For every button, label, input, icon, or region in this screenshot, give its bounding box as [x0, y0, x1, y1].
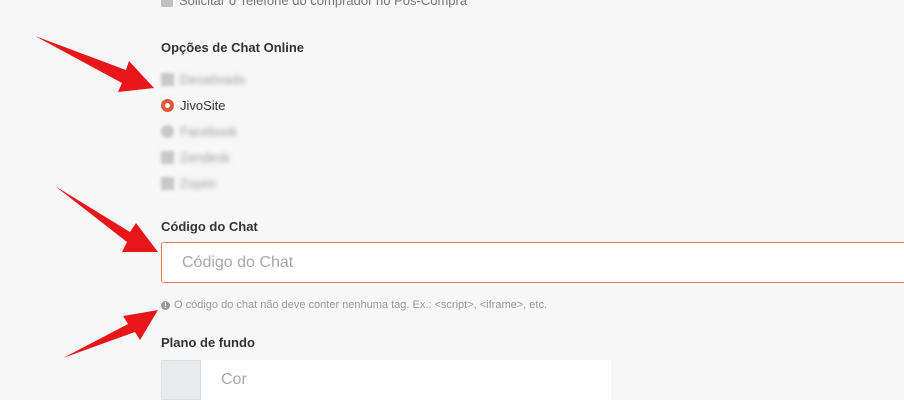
chat-code-title: Código do Chat [161, 219, 258, 234]
background-title: Plano de fundo [161, 335, 255, 350]
radio-selected-icon[interactable] [161, 98, 174, 112]
chat-option-facebook[interactable]: Facebook [161, 118, 245, 144]
chat-code-input[interactable] [161, 242, 904, 283]
chat-option-zopim[interactable]: Zopim [161, 170, 245, 196]
chat-option-label: JivoSite [180, 97, 226, 113]
chat-code-hint-text: O código do chat não deve conter nenhuma… [174, 299, 547, 311]
annotation-arrow-icon [55, 186, 158, 252]
color-swatch[interactable] [161, 360, 201, 400]
chat-code-hint: ! O código do chat não deve conter nenhu… [161, 299, 547, 311]
chat-option-label: Desativado [180, 71, 246, 87]
chat-option-disabled[interactable]: Desativado [161, 66, 245, 92]
radio-icon[interactable] [161, 72, 174, 86]
chat-option-jivosite[interactable]: JivoSite [161, 92, 245, 118]
background-color-field [161, 360, 611, 400]
chat-options-title: Opções de Chat Online [161, 40, 305, 55]
chat-option-label: Zopim [180, 175, 217, 191]
post-purchase-phone-label: Solicitar o Telefone do comprador no Pós… [179, 0, 468, 8]
annotation-arrow-icon [63, 310, 158, 358]
chat-option-label: Zendesk [180, 149, 230, 165]
chat-option-zendesk[interactable]: Zendesk [161, 144, 245, 170]
background-color-input[interactable] [201, 360, 611, 400]
checkbox-icon[interactable] [161, 0, 173, 7]
annotation-arrow-icon [35, 36, 154, 92]
chat-option-label: Facebook [180, 123, 238, 139]
radio-icon[interactable] [161, 124, 174, 138]
post-purchase-phone-option[interactable]: Solicitar o Telefone do comprador no Pós… [161, 0, 467, 8]
radio-icon[interactable] [161, 150, 174, 164]
chat-options-list: Desativado JivoSite Facebook Zendesk Zop… [161, 66, 245, 196]
